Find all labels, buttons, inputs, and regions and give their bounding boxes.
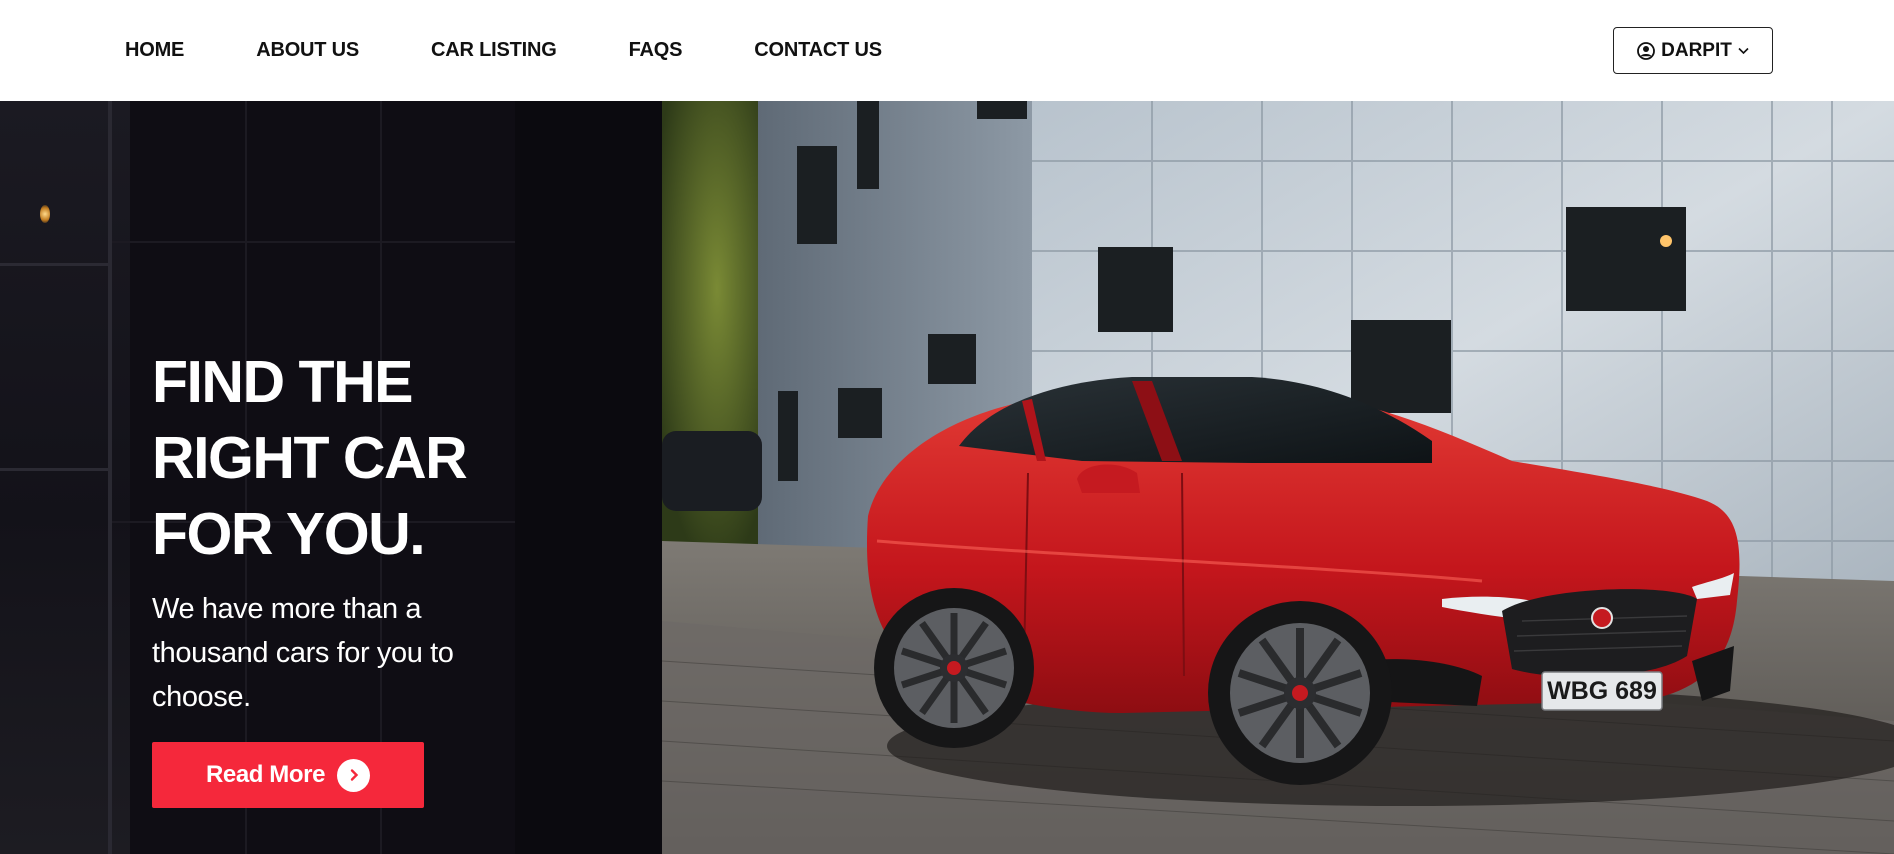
nav-about-us-link[interactable]: ABOUT US <box>256 39 359 62</box>
wall-panel-seam <box>112 241 515 243</box>
user-name: DARPIT <box>1661 39 1732 61</box>
window-frame-line <box>0 468 108 471</box>
nav-car-listing-link[interactable]: CAR LISTING <box>431 39 557 62</box>
user-menu-button[interactable]: DARPIT <box>1613 27 1773 74</box>
arrow-right-circle-icon <box>337 758 371 792</box>
hero-title-line: FIND THE <box>152 349 414 415</box>
hero-title-line: RIGHT CAR <box>152 425 468 491</box>
hero-subtitle: We have more than a thousand cars for yo… <box>152 587 512 719</box>
window-frame <box>108 101 112 854</box>
hero-title: FIND THE RIGHT CAR FOR YOU. <box>152 344 632 572</box>
wall-lamp <box>40 205 50 223</box>
top-navbar: HOME ABOUT US CAR LISTING FAQS CONTACT U… <box>0 0 1894 101</box>
main-nav: HOME ABOUT US CAR LISTING FAQS CONTACT U… <box>125 39 954 62</box>
license-plate-text: WBG 689 <box>1547 677 1657 705</box>
user-circle-icon <box>1637 41 1656 60</box>
nav-contact-us-link[interactable]: CONTACT US <box>754 39 882 62</box>
hero-car-image: WBG 689 <box>662 101 1894 854</box>
hero-section: FIND THE RIGHT CAR FOR YOU. We have more… <box>0 101 1894 854</box>
hero-subtitle-line: choose. <box>152 681 251 713</box>
chevron-down-icon <box>1738 47 1749 55</box>
nav-faqs-link[interactable]: FAQS <box>629 39 683 62</box>
hero-title-line: FOR YOU. <box>152 501 426 567</box>
read-more-button[interactable]: Read More <box>152 742 424 808</box>
hero-subtitle-line: thousand cars for you to <box>152 637 454 669</box>
hero-subtitle-line: We have more than a <box>152 593 422 625</box>
hero-dark-panel: FIND THE RIGHT CAR FOR YOU. We have more… <box>0 101 662 854</box>
read-more-label: Read More <box>205 761 326 788</box>
window-frame-line <box>0 263 108 266</box>
nav-home-link[interactable]: HOME <box>125 39 184 62</box>
